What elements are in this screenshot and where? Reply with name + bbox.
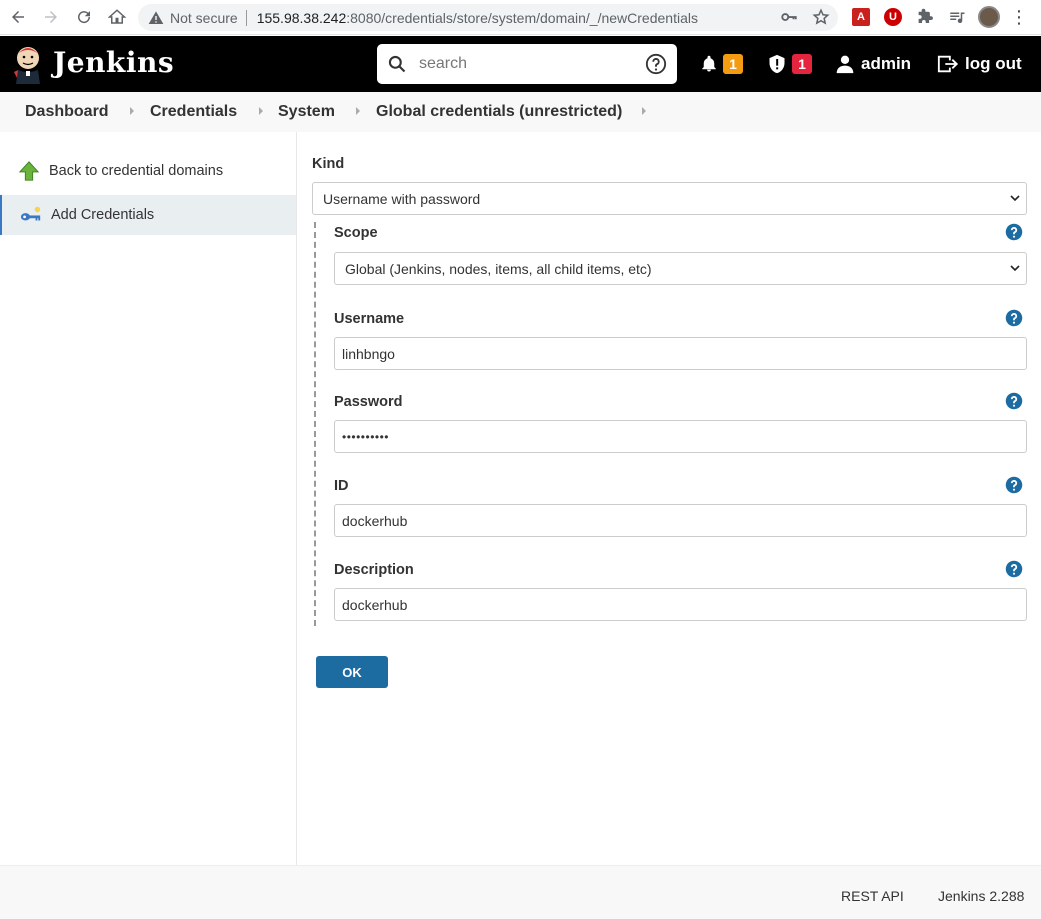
breadcrumb-separator[interactable] (356, 107, 360, 115)
shield-warning-icon (769, 54, 785, 74)
jenkins-header: Jenkins 1 1 admin log out (0, 36, 1041, 92)
search-icon (388, 55, 406, 73)
star-icon[interactable] (812, 8, 830, 26)
username-field[interactable]: linhbngo (334, 337, 1027, 370)
sidebar-item-label: Back to credential domains (49, 163, 224, 179)
notifications-count-badge: 1 (723, 54, 743, 74)
url-path: :8080/credentials/store/system/domain/_/… (346, 9, 698, 26)
breadcrumb-credentials[interactable]: Credentials (150, 103, 237, 121)
breadcrumb-separator[interactable] (130, 107, 134, 115)
key-icon[interactable] (780, 8, 798, 26)
kind-select[interactable]: Username with password (312, 182, 1027, 215)
chevron-down-icon (1010, 195, 1020, 202)
kind-selected-value: Username with password (323, 190, 481, 207)
logout-button[interactable]: log out (936, 36, 1022, 92)
profile-avatar[interactable] (978, 6, 1000, 28)
scope-label: Scope (334, 225, 378, 241)
password-value: •••••••••• (342, 429, 390, 444)
warning-icon (148, 10, 164, 24)
browser-toolbar: Not secure 155.98.38.242 :8080/credentia… (0, 0, 1041, 35)
reload-icon (78, 11, 91, 24)
breadcrumb-separator[interactable] (642, 107, 646, 115)
reload-button[interactable] (69, 2, 99, 32)
security-warnings-button[interactable]: 1 (767, 36, 812, 92)
security-count-badge: 1 (792, 54, 812, 74)
id-label: ID (334, 478, 349, 494)
id-value: dockerhub (342, 512, 408, 529)
home-button[interactable] (102, 2, 132, 32)
bell-icon (702, 55, 716, 72)
notifications-button[interactable]: 1 (700, 36, 743, 92)
nested-fields-divider (314, 222, 316, 626)
chevron-down-icon (1010, 265, 1020, 272)
jenkins-version-link[interactable]: Jenkins 2.288 (938, 888, 1024, 904)
jenkins-title[interactable]: Jenkins (53, 46, 174, 79)
ublock-extension-icon[interactable]: U (882, 6, 904, 28)
user-menu-button[interactable]: admin (835, 36, 911, 92)
up-arrow-icon (18, 161, 40, 181)
footer: REST API Jenkins 2.288 (0, 865, 1041, 919)
password-field[interactable]: •••••••••• (334, 420, 1027, 453)
back-arrow-icon (12, 11, 24, 23)
scope-help-icon[interactable] (1005, 223, 1023, 241)
browser-menu-icon[interactable]: ⋮ (1010, 8, 1028, 26)
search-input[interactable] (419, 52, 629, 76)
forward-button[interactable] (36, 2, 66, 32)
sidebar-item-add-credentials[interactable]: Add Credentials (0, 195, 296, 235)
forward-arrow-icon (45, 11, 57, 23)
breadcrumb-global-credentials[interactable]: Global credentials (unrestricted) (376, 103, 622, 121)
extensions-puzzle-icon[interactable] (914, 6, 936, 28)
id-field[interactable]: dockerhub (334, 504, 1027, 537)
breadcrumb: Dashboard Credentials System Global cred… (0, 92, 1041, 132)
rest-api-link[interactable]: REST API (841, 888, 904, 904)
description-field[interactable]: dockerhub (334, 588, 1027, 621)
username-help-icon[interactable] (1005, 309, 1023, 327)
address-bar[interactable]: Not secure 155.98.38.242 :8080/credentia… (138, 4, 838, 31)
ok-button[interactable]: OK (316, 656, 388, 688)
address-separator (245, 9, 247, 26)
password-label: Password (334, 394, 403, 410)
logout-label: log out (965, 54, 1022, 73)
media-playlist-icon[interactable] (946, 6, 968, 28)
id-help-icon[interactable] (1005, 476, 1023, 494)
username-value: linhbngo (342, 345, 395, 362)
scope-selected-value: Global (Jenkins, nodes, items, all child… (345, 260, 652, 277)
description-value: dockerhub (342, 596, 408, 613)
back-button[interactable] (3, 2, 33, 32)
user-name: admin (861, 54, 912, 73)
sidebar: Back to credential domains Add Credentia… (0, 132, 297, 865)
breadcrumb-separator[interactable] (259, 107, 263, 115)
user-icon (836, 55, 854, 74)
logout-icon (937, 55, 959, 73)
scope-select[interactable]: Global (Jenkins, nodes, items, all child… (334, 252, 1027, 285)
sidebar-item-label: Add Credentials (51, 207, 155, 223)
sidebar-item-back-to-domains[interactable]: Back to credential domains (0, 151, 296, 191)
search-box (377, 44, 677, 84)
home-icon (108, 9, 126, 24)
jenkins-logo-icon[interactable] (12, 44, 44, 84)
username-label: Username (334, 311, 405, 327)
description-help-icon[interactable] (1005, 560, 1023, 578)
breadcrumb-system[interactable]: System (278, 103, 335, 121)
breadcrumb-dashboard[interactable]: Dashboard (25, 103, 109, 121)
description-label: Description (334, 562, 414, 578)
kind-label: Kind (312, 156, 345, 172)
key-icon (20, 206, 41, 221)
password-help-icon[interactable] (1005, 392, 1023, 410)
credentials-form: Kind Username with password Scope Global… (297, 132, 1041, 865)
not-secure-label: Not secure (170, 9, 238, 26)
search-help-icon[interactable] (645, 53, 667, 75)
pdf-extension-icon[interactable]: A (850, 6, 872, 28)
url-host: 155.98.38.242 (256, 9, 347, 26)
